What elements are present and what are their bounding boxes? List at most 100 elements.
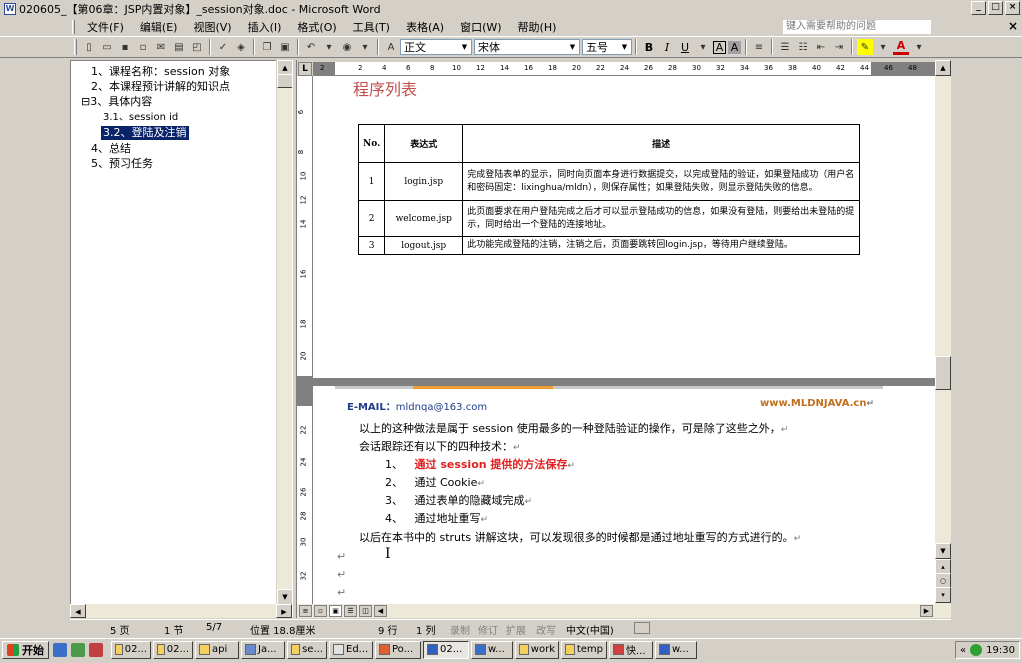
horizontal-ruler[interactable]: 2 2 4 6 8 10 12 14 16 18 20 22 24 26 28 … <box>313 62 935 76</box>
scroll-thumb[interactable] <box>935 356 951 390</box>
task-button[interactable]: Po... <box>375 640 421 659</box>
collapse-icon[interactable]: ⊟ <box>81 95 90 108</box>
next-page-icon[interactable]: ▾ <box>935 587 951 603</box>
hyperlink-dropdown-icon[interactable]: ▾ <box>357 39 373 55</box>
status-language[interactable]: 中文(中国) <box>566 622 614 637</box>
program-list-table[interactable]: No. 表达式 描述 1 login.jsp 完成登陆表单的显示，同时向页面本身… <box>357 124 860 255</box>
chevron-down-icon[interactable]: ▼ <box>459 41 470 53</box>
menu-window[interactable]: 窗口(W) <box>452 19 509 35</box>
vertical-ruler[interactable]: 6 8 10 12 14 16 18 20 22 24 26 28 30 32 <box>297 76 313 604</box>
status-page[interactable]: 5 页 <box>110 622 130 637</box>
quicklaunch-icon[interactable] <box>89 642 103 657</box>
normal-view-icon[interactable]: ≡ <box>299 605 312 617</box>
task-button[interactable]: 02... <box>111 640 151 659</box>
font-select[interactable]: 宋体 ▼ <box>474 39 580 55</box>
document-area[interactable]: 程序列表 No. 表达式 描述 1 login.jsp 完成登陆表单的显示，同时… <box>313 76 935 604</box>
clock[interactable]: 19:30 <box>986 645 1015 656</box>
maximize-button[interactable]: □ <box>988 1 1003 15</box>
font-color-dropdown-icon[interactable]: ▾ <box>911 39 927 55</box>
status-extend[interactable]: 扩展 <box>506 622 526 637</box>
close-button[interactable]: × <box>1005 1 1020 15</box>
email-icon[interactable]: ✉ <box>153 39 169 55</box>
menu-file[interactable]: 文件(F) <box>79 19 132 35</box>
task-button-active[interactable]: 02... <box>423 640 469 659</box>
task-button[interactable]: work <box>515 640 559 659</box>
scroll-right-icon[interactable]: ▶ <box>276 604 292 618</box>
scroll-left-icon[interactable]: ◀ <box>70 604 86 618</box>
task-button[interactable]: temp <box>561 640 607 659</box>
align-justify-icon[interactable]: ≡ <box>751 39 767 55</box>
word-app-icon[interactable]: W <box>4 3 16 15</box>
open-folder-icon[interactable]: ▭ <box>99 39 115 55</box>
save-icon[interactable]: ▪ <box>117 39 133 55</box>
underline-dropdown-icon[interactable]: ▾ <box>695 39 711 55</box>
status-overtype[interactable]: 改写 <box>536 622 556 637</box>
font-size-select[interactable]: 五号 ▼ <box>582 39 632 55</box>
paste-icon[interactable]: ▣ <box>277 39 293 55</box>
task-button[interactable]: 快... <box>609 640 653 659</box>
docmap-item-content[interactable]: ⊟3、具体内容 <box>81 95 152 109</box>
highlight-dropdown-icon[interactable]: ▾ <box>875 39 891 55</box>
minimize-button[interactable]: _ <box>971 1 986 15</box>
paragraph[interactable]: 以上的这种做法是属于 session 使用最多的一种登陆验证的操作，可是除了这些… <box>359 420 788 436</box>
menu-tools[interactable]: 工具(T) <box>345 19 398 35</box>
char-border-button[interactable]: A <box>713 40 726 54</box>
docmap-item-preview-task[interactable]: 5、预习任务 <box>91 157 153 171</box>
page-4[interactable]: 程序列表 No. 表达式 描述 1 login.jsp 完成登陆表单的显示，同时… <box>313 76 935 378</box>
task-button[interactable]: Ja... <box>241 640 285 659</box>
spelling-icon[interactable]: ✓ <box>215 39 231 55</box>
highlight-icon[interactable]: ✎ <box>857 39 873 55</box>
scroll-thumb[interactable] <box>277 74 293 88</box>
task-button[interactable]: Ed... <box>329 640 373 659</box>
tray-expand-icon[interactable]: « <box>960 645 966 656</box>
char-shading-button[interactable]: A <box>728 40 741 54</box>
web-view-icon[interactable]: ▫ <box>314 605 327 617</box>
new-document-icon[interactable]: ▯ <box>81 39 97 55</box>
quicklaunch-icon[interactable] <box>71 642 85 657</box>
docmap-item-session-id[interactable]: 3.1、session id <box>103 111 178 125</box>
task-button[interactable]: w... <box>471 640 513 659</box>
outline-view-icon[interactable]: ☰ <box>344 605 357 617</box>
scroll-down-icon[interactable]: ▼ <box>935 543 951 559</box>
print-preview-icon[interactable]: ◰ <box>189 39 205 55</box>
toolbar-grip[interactable] <box>74 39 77 55</box>
menu-view[interactable]: 视图(V) <box>185 19 239 35</box>
status-track-changes[interactable]: 修订 <box>478 622 498 637</box>
list-item[interactable]: 3、 通过表单的隐藏域完成↵ <box>385 492 532 508</box>
bold-button[interactable]: B <box>641 39 657 55</box>
tab-selector-icon[interactable]: L <box>298 62 312 76</box>
scroll-down-icon[interactable]: ▼ <box>277 589 293 605</box>
paragraph[interactable]: 以后在本书中的 struts 讲解这块，可以发现很多的时候都是通过地址重写的方式… <box>359 529 801 545</box>
paragraph[interactable]: 会话跟踪还有以下的四种技术：↵ <box>359 438 521 454</box>
docmap-horizontal-scrollbar[interactable]: ◀ ▶ <box>70 604 292 618</box>
menu-grip[interactable] <box>72 20 75 34</box>
print-icon[interactable]: ▤ <box>171 39 187 55</box>
spelling-status-icon[interactable] <box>634 622 650 634</box>
font-color-icon[interactable]: A <box>893 39 909 55</box>
research-icon[interactable]: ◈ <box>233 39 249 55</box>
scroll-left-icon[interactable]: ◀ <box>374 605 387 617</box>
menu-help[interactable]: 帮助(H) <box>510 19 565 35</box>
task-button[interactable]: w... <box>655 640 697 659</box>
print-layout-icon[interactable]: ▣ <box>329 605 342 617</box>
network-icon[interactable] <box>970 644 983 656</box>
document-vertical-scrollbar[interactable]: ▲ ▼ ▴ ○ ▾ <box>935 60 951 605</box>
scroll-right-icon[interactable]: ▶ <box>920 605 933 617</box>
task-button[interactable]: 02... <box>153 640 193 659</box>
docmap-item-knowledge-points[interactable]: 2、本课程预计讲解的知识点 <box>91 80 230 94</box>
bullets-icon[interactable]: ☷ <box>795 39 811 55</box>
scroll-up-icon[interactable]: ▲ <box>935 60 951 76</box>
docmap-vertical-scrollbar[interactable]: ▲ ▼ <box>276 60 293 605</box>
decrease-indent-icon[interactable]: ⇤ <box>813 39 829 55</box>
copy-icon[interactable]: ❐ <box>259 39 275 55</box>
document-close-icon[interactable]: × <box>1008 19 1018 33</box>
menu-insert[interactable]: 插入(I) <box>240 19 290 35</box>
undo-icon[interactable]: ↶ <box>303 39 319 55</box>
menu-format[interactable]: 格式(O) <box>289 19 344 35</box>
menu-edit[interactable]: 编辑(E) <box>132 19 186 35</box>
docmap-item-course-name[interactable]: 1、课程名称：session 对象 <box>91 65 230 79</box>
list-item[interactable]: 1、 通过 session 提供的方法保存↵ <box>385 456 575 472</box>
chevron-down-icon[interactable]: ▼ <box>619 41 630 53</box>
italic-button[interactable]: I <box>659 39 675 55</box>
numbering-icon[interactable]: ☰ <box>777 39 793 55</box>
